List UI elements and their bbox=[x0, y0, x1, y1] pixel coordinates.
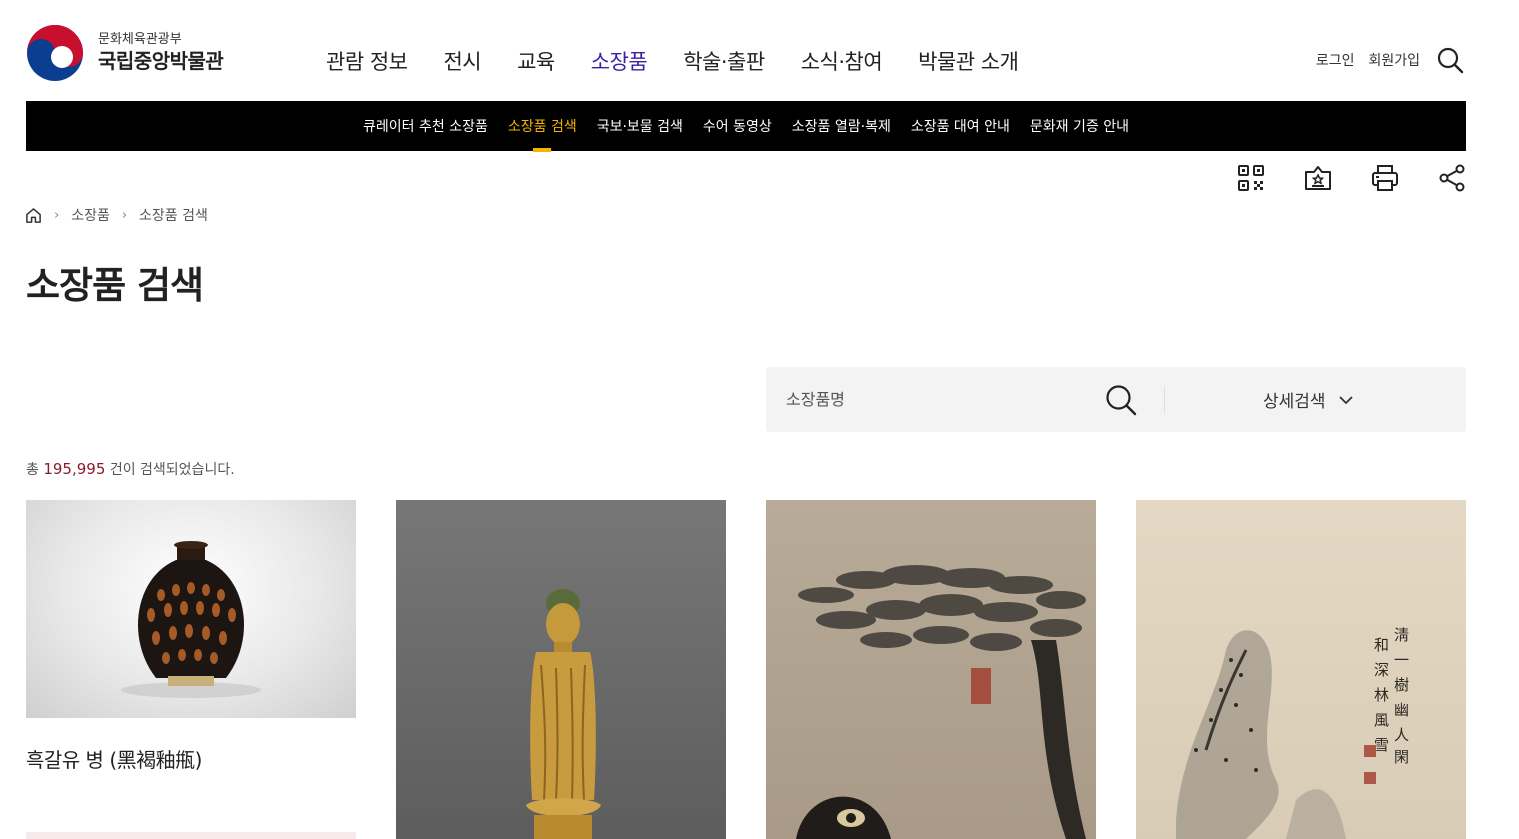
svg-text:和: 和 bbox=[1374, 636, 1389, 654]
svg-text:林: 林 bbox=[1374, 686, 1389, 704]
result-count-suffix: 건이 검색되었습니다. bbox=[109, 462, 235, 478]
home-icon[interactable] bbox=[25, 207, 42, 224]
subnav-sign-language-video[interactable]: 수어 동영상 bbox=[703, 116, 772, 136]
main-navigation: 관람 정보 전시 교육 소장품 학술·출판 소식·참여 박물관 소개 bbox=[326, 46, 1054, 76]
svg-text:淸: 淸 bbox=[1394, 626, 1409, 644]
card-title: 흑갈유 병 (黑褐釉甁) bbox=[26, 748, 202, 772]
gnb-collection[interactable]: 소장품 bbox=[591, 46, 648, 76]
result-count: 총 195,995 건이 검색되었습니다. bbox=[26, 459, 235, 479]
artifact-image: 淸一樹 幽人閑 和深林 風雪 bbox=[1136, 500, 1466, 839]
site-logo[interactable]: 문화체육관광부 국립중앙박물관 bbox=[26, 24, 224, 82]
subnav-donation-guide[interactable]: 문화재 기증 안내 bbox=[1030, 116, 1129, 136]
artifact-image bbox=[766, 500, 1096, 839]
subnav-curator-picks[interactable]: 큐레이터 추천 소장품 bbox=[363, 116, 488, 136]
svg-text:一: 一 bbox=[1394, 651, 1409, 669]
gnb-education[interactable]: 교육 bbox=[517, 46, 555, 76]
breadcrumb-collection[interactable]: 소장품 bbox=[71, 205, 110, 225]
print-icon[interactable] bbox=[1370, 163, 1400, 193]
collection-card[interactable]: 흑갈유 병 (黑褐釉甁) bbox=[26, 500, 356, 839]
subnav-national-treasure-search[interactable]: 국보·보물 검색 bbox=[597, 116, 683, 136]
page-title: 소장품 검색 bbox=[26, 264, 204, 307]
collection-card[interactable]: 淸一樹 幽人閑 和深林 風雪 bbox=[1136, 500, 1466, 839]
breadcrumb-collection-search[interactable]: 소장품 검색 bbox=[139, 205, 208, 225]
utility-menu: 로그인 회원가입 bbox=[1302, 46, 1464, 74]
collection-card[interactable] bbox=[766, 500, 1096, 839]
search-icon[interactable] bbox=[1104, 383, 1138, 417]
chevron-right-icon: › bbox=[121, 207, 128, 223]
sub-navigation: 큐레이터 추천 소장품 소장품 검색 국보·보물 검색 수어 동영상 소장품 열… bbox=[26, 101, 1466, 152]
logo-museum-name: 국립중앙박물관 bbox=[98, 49, 224, 73]
collection-search-input[interactable] bbox=[766, 367, 1096, 432]
advanced-search-toggle[interactable]: 상세검색 bbox=[1263, 387, 1354, 412]
gnb-news-participation[interactable]: 소식·참여 bbox=[801, 46, 883, 76]
svg-text:風: 風 bbox=[1374, 711, 1389, 729]
gnb-about-museum[interactable]: 박물관 소개 bbox=[918, 46, 1019, 76]
gnb-visit-info[interactable]: 관람 정보 bbox=[326, 46, 408, 76]
result-count-prefix: 총 bbox=[26, 462, 39, 478]
logo-ministry-text: 문화체육관광부 bbox=[98, 32, 182, 47]
site-header: 문화체육관광부 국립중앙박물관 관람 정보 전시 교육 소장품 학술·출판 소식… bbox=[0, 0, 1519, 100]
artifact-image bbox=[26, 500, 356, 718]
result-count-number: 195,995 bbox=[43, 460, 106, 478]
subnav-collection-loan[interactable]: 소장품 대여 안내 bbox=[911, 116, 1010, 136]
bookmark-icon[interactable] bbox=[1303, 163, 1333, 193]
svg-text:雪: 雪 bbox=[1374, 736, 1389, 754]
svg-text:深: 深 bbox=[1374, 661, 1389, 679]
signup-link[interactable]: 회원가입 bbox=[1368, 50, 1420, 70]
login-link[interactable]: 로그인 bbox=[1316, 50, 1355, 70]
chevron-right-icon: › bbox=[54, 207, 60, 223]
gnb-exhibition[interactable]: 전시 bbox=[443, 46, 481, 76]
gnb-research-publication[interactable]: 학술·출판 bbox=[683, 46, 765, 76]
share-icon[interactable] bbox=[1437, 163, 1467, 193]
collection-search-box: 상세검색 bbox=[766, 367, 1466, 432]
qr-code-icon[interactable] bbox=[1236, 163, 1266, 193]
svg-text:幽: 幽 bbox=[1394, 701, 1409, 719]
subnav-collection-viewing[interactable]: 소장품 열람·복제 bbox=[792, 116, 891, 136]
advanced-search-label: 상세검색 bbox=[1263, 392, 1326, 412]
subnav-collection-search[interactable]: 소장품 검색 bbox=[508, 116, 577, 152]
artifact-image bbox=[396, 500, 726, 839]
collection-card[interactable] bbox=[396, 500, 726, 839]
breadcrumb: › 소장품 › 소장품 검색 bbox=[25, 205, 208, 225]
page-tools bbox=[1199, 163, 1467, 193]
svg-text:閑: 閑 bbox=[1394, 748, 1409, 766]
search-icon[interactable] bbox=[1436, 46, 1464, 74]
search-divider bbox=[1164, 387, 1165, 413]
svg-text:人: 人 bbox=[1394, 726, 1409, 744]
taegeuk-logo-icon bbox=[27, 25, 83, 81]
chevron-down-icon bbox=[1338, 395, 1353, 404]
next-card-image bbox=[26, 832, 356, 839]
svg-text:樹: 樹 bbox=[1394, 676, 1409, 694]
